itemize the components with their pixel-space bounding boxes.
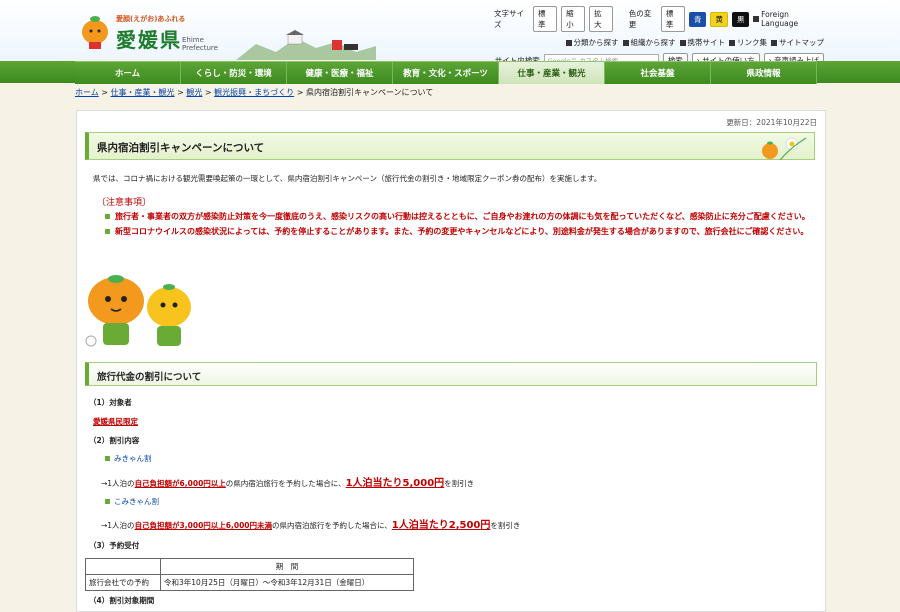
logo-title: 愛媛県 <box>116 28 182 52</box>
nav-item-health[interactable]: 健康・医療・福祉 <box>287 62 393 84</box>
target-value: 愛媛県民限定 <box>93 417 138 426</box>
nav-item-living[interactable]: くらし・防災・環境 <box>181 62 287 84</box>
organization-icon <box>622 39 629 46</box>
bullet-icon <box>105 456 110 461</box>
reservation-table: 期 間 旅行会社での予約 令和3年10月25日（月曜日）～令和3年12月31日（… <box>85 558 414 591</box>
font-size-label: 文字サイズ <box>494 9 524 29</box>
document-icon <box>753 16 760 22</box>
discount-heading: （2）割引内容 <box>89 436 140 445</box>
nav-item-home[interactable]: ホーム <box>75 62 181 84</box>
table-header-period: 期 間 <box>160 558 414 575</box>
mikyan-discount-item: みきゃん割 <box>105 453 152 464</box>
table-row: 旅行会社での予約 令和3年10月25日（月曜日）～令和3年12月31日（金曜日） <box>85 574 414 591</box>
section-heading: 旅行代金の割引について <box>97 372 202 383</box>
komikyan-discount-item: こみきゃん割 <box>105 496 159 507</box>
section-heading-box: 旅行代金の割引について <box>85 362 817 386</box>
main-content: 更新日：2021年10月22日 県内宿泊割引キャンペーンについて 県では、コロナ… <box>76 110 826 612</box>
breadcrumb-tourism-promotion[interactable]: 観光振興・まちづくり <box>214 88 294 97</box>
nav-item-infrastructure[interactable]: 社会基盤 <box>605 62 711 84</box>
mobile-site-link[interactable]: 携帯サイト <box>679 37 725 48</box>
komikyan-discount-link[interactable]: こみきゃん割 <box>114 496 159 507</box>
nav-item-government[interactable]: 県政情報 <box>711 62 817 84</box>
target-heading: （1）対象者 <box>89 398 132 407</box>
color-black-button[interactable]: 黒 <box>731 11 750 27</box>
intro-text: 県では、コロナ禍における観光需要喚起策の一環として、県内宿泊割引キャンペーン（旅… <box>93 174 602 183</box>
table-row-value: 令和3年10月25日（月曜日）～令和3年12月31日（金曜日） <box>160 574 414 591</box>
logo-tagline: 愛顔(えがお)あふれる <box>116 15 186 23</box>
page-title: 県内宿泊割引キャンペーンについて <box>97 142 265 154</box>
bullet-icon <box>105 499 110 504</box>
notice-heading: 〔注意事項〕 <box>97 198 152 208</box>
font-size-small-button[interactable]: 縮小 <box>561 6 586 32</box>
color-blue-button[interactable]: 青 <box>688 11 707 27</box>
link-icon <box>729 39 735 46</box>
font-size-standard-button[interactable]: 標準 <box>532 6 558 32</box>
komikyan-discount-detail: →1人泊の自己負担額が3,000円以上6,000円未満の県内宿泊旅行を予約した場… <box>101 520 521 531</box>
mikyan-mascots-illustration <box>85 275 191 347</box>
mikyan-mascot-icon <box>82 16 108 49</box>
link-collection-link[interactable]: リンク集 <box>729 37 767 48</box>
notice-list: 旅行者・事業者の双方が感染防止対策を今一度徹底のうえ、感染リスクの高い行動は控え… <box>105 211 821 241</box>
nav-item-work-industry[interactable]: 仕事・産業・観光 <box>499 62 605 84</box>
eligible-period-heading: （4）割引対象期間 <box>89 596 155 605</box>
castle-scenery-illustration <box>236 30 376 60</box>
global-nav: ホーム くらし・防災・環境 健康・医療・福祉 教育・文化・スポーツ 仕事・産業・… <box>75 61 817 84</box>
updated-date: 更新日：2021年10月22日 <box>726 118 817 127</box>
breadcrumb-work-industry[interactable]: 仕事・産業・観光 <box>111 88 175 97</box>
sitemap-icon <box>771 39 777 46</box>
table-corner-cell <box>85 558 161 575</box>
notice-item: 旅行者・事業者の双方が感染防止対策を今一度徹底のうえ、感染リスクの高い行動は控え… <box>105 211 821 223</box>
organization-search-link[interactable]: 組織から探す <box>622 37 676 48</box>
category-search-link[interactable]: 分類から探す <box>565 37 619 48</box>
site-logo[interactable]: 愛顔(えがお)あふれる 愛媛県 Ehime Prefecture <box>80 10 240 54</box>
mascot-flower-icon <box>762 137 807 160</box>
logo-subtitle: Ehime Prefecture <box>182 36 218 52</box>
mobile-icon <box>679 39 686 46</box>
font-size-large-button[interactable]: 拡大 <box>589 6 614 32</box>
nav-item-education[interactable]: 教育・文化・スポーツ <box>393 62 499 84</box>
breadcrumb-tourism[interactable]: 観光 <box>186 88 202 97</box>
table-row-label: 旅行会社での予約 <box>85 574 161 591</box>
mikyan-discount-link[interactable]: みきゃん割 <box>114 453 152 464</box>
mikyan-discount-detail: →1人泊の自己負担額が6,000円以上の県内宿泊旅行を予約した場合に、1人泊当た… <box>101 478 475 489</box>
sitemap-link[interactable]: サイトマップ <box>771 37 824 48</box>
breadcrumb-current: 県内宿泊割引キャンペーンについて <box>305 88 434 97</box>
reservation-heading: （3）予約受付 <box>89 541 140 550</box>
list-icon <box>565 39 572 46</box>
page-title-box: 県内宿泊割引キャンペーンについて <box>85 132 815 160</box>
breadcrumb: ホーム > 仕事・産業・観光 > 観光 > 観光振興・まちづくり > 県内宿泊割… <box>75 88 434 97</box>
site-header: 愛顔(えがお)あふれる 愛媛県 Ehime Prefecture 文字サイズ 標… <box>0 0 900 68</box>
foreign-language-link[interactable]: Foreign Language <box>753 10 824 28</box>
notice-item: 新型コロナウイルスの感染状況によっては、予約を停止することがあります。また、予約… <box>105 226 821 238</box>
color-standard-button[interactable]: 標準 <box>660 6 685 32</box>
breadcrumb-home[interactable]: ホーム <box>75 88 99 97</box>
color-yellow-button[interactable]: 黄 <box>710 11 728 27</box>
color-change-label: 色の変更 <box>628 9 652 29</box>
